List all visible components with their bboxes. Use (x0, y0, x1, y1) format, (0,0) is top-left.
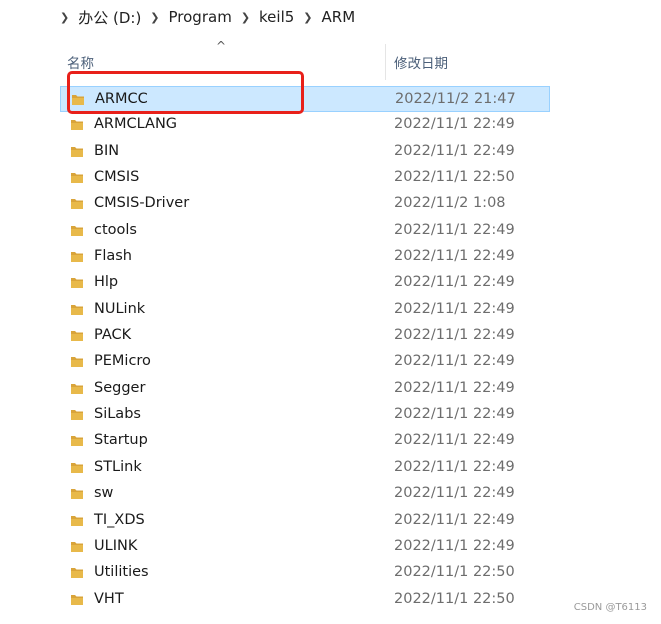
file-name: ARMCLANG (94, 116, 178, 133)
folder-icon (71, 515, 83, 526)
file-name: Utilities (94, 564, 149, 581)
folder-icon (71, 383, 83, 394)
file-row[interactable]: CMSIS-Driver 2022/11/2 1:08 (60, 191, 550, 217)
folder-icon (71, 410, 83, 421)
file-date-modified: 2022/11/1 22:49 (394, 248, 515, 265)
file-name: VHT (94, 590, 124, 607)
file-row[interactable]: VHT 2022/11/1 22:50 (60, 587, 550, 613)
file-row[interactable]: SiLabs 2022/11/1 22:49 (60, 402, 550, 428)
file-name: Segger (94, 379, 146, 396)
file-date-modified: 2022/11/1 22:50 (394, 564, 515, 581)
folder-icon (72, 95, 84, 105)
file-date-modified: 2022/11/1 22:49 (394, 458, 515, 475)
file-date-modified: 2022/11/1 22:49 (394, 379, 515, 396)
file-date-modified: 2022/11/2 1:08 (394, 195, 506, 212)
file-date-modified: 2022/11/1 22:49 (394, 327, 515, 344)
file-date-modified: 2022/11/1 22:49 (394, 221, 515, 238)
breadcrumb-item-keil5[interactable]: keil5 (259, 8, 294, 26)
file-name: Hlp (94, 274, 119, 291)
file-date-modified: 2022/11/1 22:49 (394, 274, 515, 291)
file-row[interactable]: PACK 2022/11/1 22:49 (60, 323, 550, 349)
file-name: BIN (94, 142, 120, 159)
chevron-right-icon[interactable]: ❯ (241, 11, 250, 24)
folder-icon (71, 594, 83, 605)
file-date-modified: 2022/11/1 22:49 (394, 406, 515, 423)
folder-icon (71, 120, 83, 131)
column-divider[interactable] (385, 44, 386, 80)
folder-icon (71, 541, 83, 552)
file-name: PEMicro (94, 353, 151, 370)
file-name: ULINK (94, 537, 138, 554)
folder-icon (71, 173, 83, 184)
folder-icon (71, 489, 83, 500)
file-date-modified: 2022/11/1 22:50 (394, 169, 515, 186)
column-header-date-modified[interactable]: 修改日期 (394, 52, 448, 72)
file-name: sw (94, 485, 114, 502)
chevron-right-icon[interactable]: ❯ (150, 11, 159, 24)
breadcrumb-item-program[interactable]: Program (169, 8, 232, 26)
folder-icon (71, 357, 83, 368)
file-row[interactable]: Flash 2022/11/1 22:49 (60, 244, 550, 270)
folder-icon (71, 568, 83, 579)
file-date-modified: 2022/11/1 22:49 (394, 511, 515, 528)
file-date-modified: 2022/11/1 22:49 (394, 142, 515, 159)
breadcrumb-item-drive[interactable]: 办公 (D:) (78, 7, 141, 28)
sort-ascending-icon[interactable]: ^ (216, 39, 226, 53)
file-date-modified: 2022/11/1 22:49 (394, 300, 515, 317)
chevron-right-icon[interactable]: ❯ (303, 11, 312, 24)
folder-icon (71, 199, 83, 210)
breadcrumb-item-arm[interactable]: ARM (322, 8, 356, 26)
file-name: ctools (94, 221, 137, 238)
folder-icon (71, 331, 83, 342)
file-date-modified: 2022/11/1 22:49 (394, 432, 515, 449)
file-row[interactable]: NULink 2022/11/1 22:49 (60, 297, 550, 323)
breadcrumb: ❯ 办公 (D:) ❯ Program ❯ keil5 ❯ ARM (0, 0, 661, 34)
file-row[interactable]: STLink 2022/11/1 22:49 (60, 455, 550, 481)
file-date-modified: 2022/11/1 22:49 (394, 537, 515, 554)
folder-icon (71, 252, 83, 263)
file-row[interactable]: Utilities 2022/11/1 22:50 (60, 560, 550, 586)
file-name: TI_XDS (94, 511, 145, 528)
watermark: CSDN @T6113 (573, 602, 647, 613)
folder-icon (71, 462, 83, 473)
file-date-modified: 2022/11/1 22:49 (394, 353, 515, 370)
file-row[interactable]: CMSIS 2022/11/1 22:50 (60, 165, 550, 191)
file-row[interactable]: ctools 2022/11/1 22:49 (60, 218, 550, 244)
file-row[interactable]: ULINK 2022/11/1 22:49 (60, 534, 550, 560)
file-date-modified: 2022/11/2 21:47 (395, 91, 516, 107)
file-row[interactable]: Segger 2022/11/1 22:49 (60, 376, 550, 402)
file-row[interactable]: Startup 2022/11/1 22:49 (60, 428, 550, 454)
file-row[interactable]: PEMicro 2022/11/1 22:49 (60, 349, 550, 375)
column-header-name[interactable]: 名称 (67, 52, 94, 72)
file-row[interactable]: ARMCC 2022/11/2 21:47 (60, 86, 550, 113)
folder-icon (71, 436, 83, 447)
folder-icon (71, 304, 83, 315)
file-list: ARMCC 2022/11/2 21:47 ARMCLANG 2022/11/1 22… (60, 86, 550, 613)
file-row[interactable]: BIN 2022/11/1 22:49 (60, 139, 550, 165)
file-date-modified: 2022/11/1 22:49 (394, 485, 515, 502)
file-name: Flash (94, 248, 132, 265)
file-name: SiLabs (94, 406, 141, 423)
file-date-modified: 2022/11/1 22:50 (394, 590, 515, 607)
file-name: Startup (94, 432, 148, 449)
folder-icon (71, 146, 83, 157)
file-name: STLink (94, 458, 142, 475)
file-name: CMSIS-Driver (94, 195, 190, 212)
file-name: NULink (94, 300, 146, 317)
folder-icon (71, 278, 83, 289)
file-row[interactable]: Hlp 2022/11/1 22:49 (60, 270, 550, 296)
file-row[interactable]: sw 2022/11/1 22:49 (60, 481, 550, 507)
chevron-right-icon[interactable]: ❯ (60, 11, 69, 24)
file-date-modified: 2022/11/1 22:49 (394, 116, 515, 133)
file-name: PACK (94, 327, 132, 344)
file-row[interactable]: ARMCLANG 2022/11/1 22:49 (60, 112, 550, 138)
column-header-bar: ^ 名称 修改日期 (60, 38, 550, 89)
file-row[interactable]: TI_XDS 2022/11/1 22:49 (60, 508, 550, 534)
file-name: ARMCC (95, 91, 148, 107)
file-name: CMSIS (94, 169, 140, 186)
folder-icon (71, 225, 83, 236)
